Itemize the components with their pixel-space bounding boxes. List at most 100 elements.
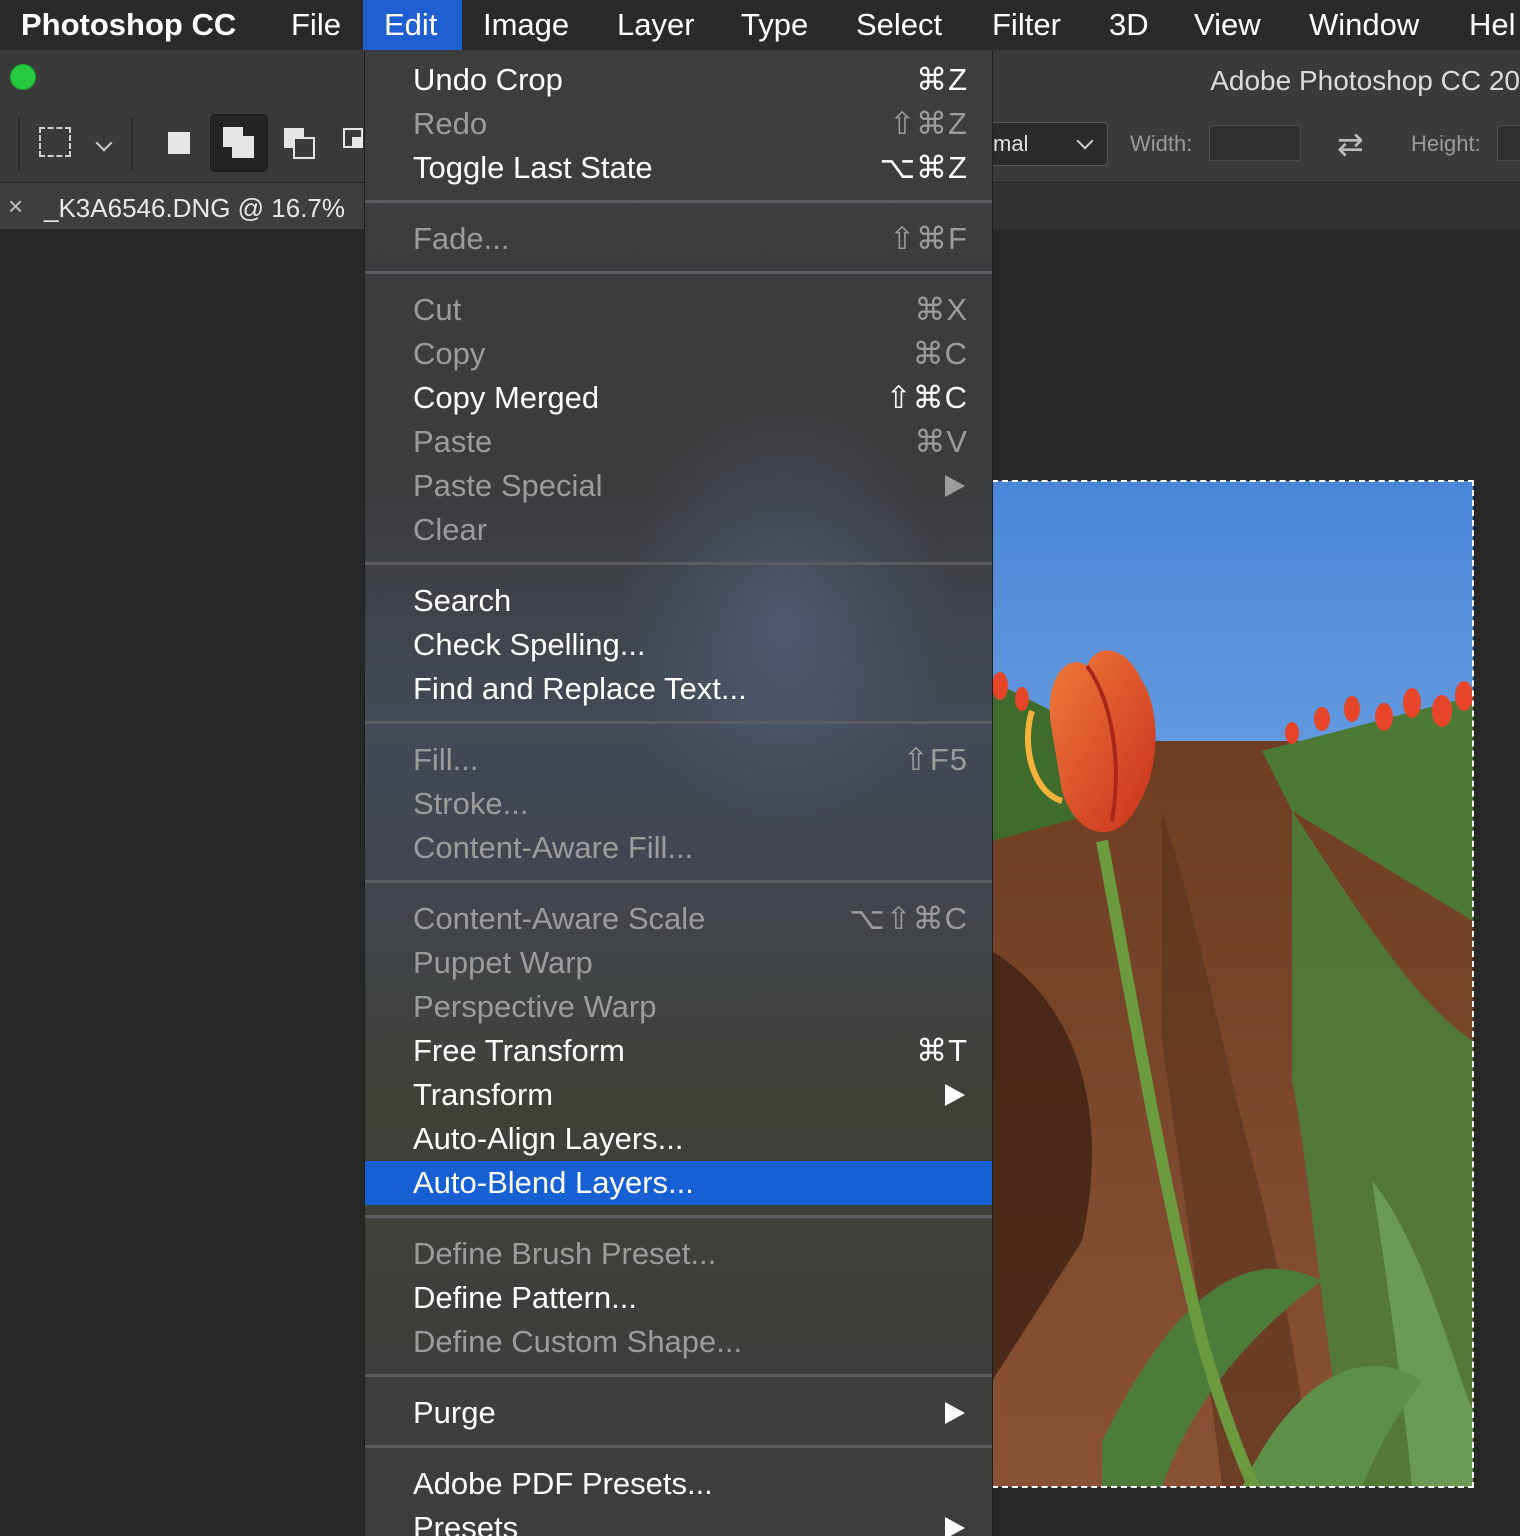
menu-item-paste[interactable]: Paste ⌘V [365,420,992,464]
menu-item-check-spelling[interactable]: Check Spelling... [365,623,992,667]
menu-item-label: Define Pattern... [413,1280,638,1315]
menu-item-fade[interactable]: Fade... ⇧⌘F [365,217,992,261]
menu-view[interactable]: View [1173,0,1282,50]
menu-item-clear[interactable]: Clear [365,508,992,552]
submenu-arrow-icon [945,475,965,497]
menu-window[interactable]: Window [1288,0,1440,50]
menu-item-transform[interactable]: Transform [365,1073,992,1117]
menu-item-auto-blend-layers[interactable]: Auto-Blend Layers... [365,1161,992,1205]
menu-item-shortcut: ⌘T [916,1033,968,1068]
menu-item-purge[interactable]: Purge [365,1391,992,1435]
menu-item-label: Define Custom Shape... [413,1324,743,1359]
menu-image[interactable]: Image [462,0,590,50]
menu-layer[interactable]: Layer [596,0,716,50]
menu-item-stroke[interactable]: Stroke... [365,782,992,826]
intersect-selection-icon[interactable] [343,128,364,160]
menu-item-label: Auto-Align Layers... [413,1121,684,1156]
menu-item-define-custom-shape[interactable]: Define Custom Shape... [365,1320,992,1364]
chevron-down-icon [1076,132,1094,150]
menu-separator [365,1445,992,1448]
height-label: Height: [1411,131,1481,156]
menu-item-label: Purge [413,1395,496,1430]
menu-separator [365,271,992,274]
window-title: Adobe Photoshop CC 20 [1210,65,1520,96]
swap-dimensions-icon[interactable]: ⇄ [1337,128,1364,160]
menu-item-label: Fill... [413,742,479,777]
menu-item-perspective-warp[interactable]: Perspective Warp [365,985,992,1029]
menu-item-copy[interactable]: Copy ⌘C [365,332,992,376]
menu-item-shortcut: ⌘X [914,292,968,327]
intersect-square-b [352,137,362,147]
menu-item-label: Stroke... [413,786,529,821]
menu-separator [365,562,992,565]
menu-item-label: Find and Replace Text... [413,671,747,706]
width-label: Width: [1130,131,1193,156]
new-selection-icon[interactable] [168,132,190,154]
menu-item-copy-merged[interactable]: Copy Merged ⇧⌘C [365,376,992,420]
submenu-arrow-icon [945,1084,965,1106]
menu-item-shortcut: ⇧⌘C [885,380,968,415]
menu-item-label: Copy Merged [413,380,600,415]
menu-separator [365,1374,992,1377]
menu-item-undo-crop[interactable]: Undo Crop ⌘Z [365,58,992,102]
submenu-arrow-icon [945,1402,965,1424]
menu-item-define-brush-preset[interactable]: Define Brush Preset... [365,1232,992,1276]
menu-item-shortcut: ⇧F5 [902,742,968,777]
menu-select[interactable]: Select [835,0,963,50]
menu-item-label: Search [413,583,512,618]
menu-item-label: Toggle Last State [413,150,653,185]
rectangular-marquee-icon[interactable] [39,127,71,157]
menu-item-find-and-replace-text[interactable]: Find and Replace Text... [365,667,992,711]
menu-item-shortcut: ⇧⌘F [889,221,968,256]
menu-help[interactable]: Hel [1448,0,1520,50]
window-zoom-button[interactable] [10,64,36,90]
menu-item-adobe-pdf-presets[interactable]: Adobe PDF Presets... [365,1462,992,1506]
submenu-arrow-icon [945,1517,965,1536]
menu-item-label: Undo Crop [413,62,563,97]
add-to-selection-button[interactable] [210,114,268,172]
menu-item-content-aware-scale[interactable]: Content-Aware Scale ⌥⇧⌘C [365,897,992,941]
menu-item-label: Check Spelling... [413,627,646,662]
tab-close-icon[interactable]: × [8,191,23,221]
height-input[interactable] [1497,125,1520,161]
menu-item-redo[interactable]: Redo ⇧⌘Z [365,102,992,146]
menu-item-shortcut: ⌥⌘Z [879,150,968,185]
menu-item-label: Transform [413,1077,554,1112]
menu-item-auto-align-layers[interactable]: Auto-Align Layers... [365,1117,992,1161]
menu-item-free-transform[interactable]: Free Transform ⌘T [365,1029,992,1073]
subtract-from-selection-icon[interactable] [284,128,316,160]
menu-item-presets[interactable]: Presets [365,1506,992,1536]
menu-app-name[interactable]: Photoshop CC [0,0,257,50]
menu-edit[interactable]: Edit [363,0,462,50]
menu-item-label: Presets [413,1510,519,1536]
options-bar-grip [18,118,20,170]
menu-item-label: Paste Special [413,468,603,503]
menu-bar: Photoshop CC File Edit Image Layer Type … [0,0,1520,51]
menu-item-content-aware-fill[interactable]: Content-Aware Fill... [365,826,992,870]
menu-filter[interactable]: Filter [971,0,1082,50]
style-select-value: mal [993,131,1029,156]
menu-item-puppet-warp[interactable]: Puppet Warp [365,941,992,985]
menu-3d[interactable]: 3D [1088,0,1170,50]
menu-item-shortcut: ⌘Z [916,62,968,97]
menu-item-label: Free Transform [413,1033,625,1068]
menu-item-label: Content-Aware Scale [413,901,706,936]
menu-type[interactable]: Type [720,0,829,50]
menu-item-label: Puppet Warp [413,945,593,980]
options-separator [131,118,133,170]
menu-item-toggle-last-state[interactable]: Toggle Last State ⌥⌘Z [365,146,992,190]
menu-item-shortcut: ⇧⌘Z [889,106,968,141]
menu-item-paste-special[interactable]: Paste Special [365,464,992,508]
menu-item-label: Auto-Blend Layers... [413,1165,694,1200]
menu-item-shortcut: ⌥⇧⌘C [848,901,968,936]
menu-item-cut[interactable]: Cut ⌘X [365,288,992,332]
menu-separator [365,880,992,883]
menu-item-define-pattern[interactable]: Define Pattern... [365,1276,992,1320]
add-selection-square-front [232,136,254,158]
width-input[interactable] [1209,125,1301,161]
subtract-square-b [293,137,315,159]
style-select[interactable]: mal [990,122,1108,166]
menu-item-fill[interactable]: Fill... ⇧F5 [365,738,992,782]
menu-item-search[interactable]: Search [365,579,992,623]
menu-file[interactable]: File [270,0,362,50]
